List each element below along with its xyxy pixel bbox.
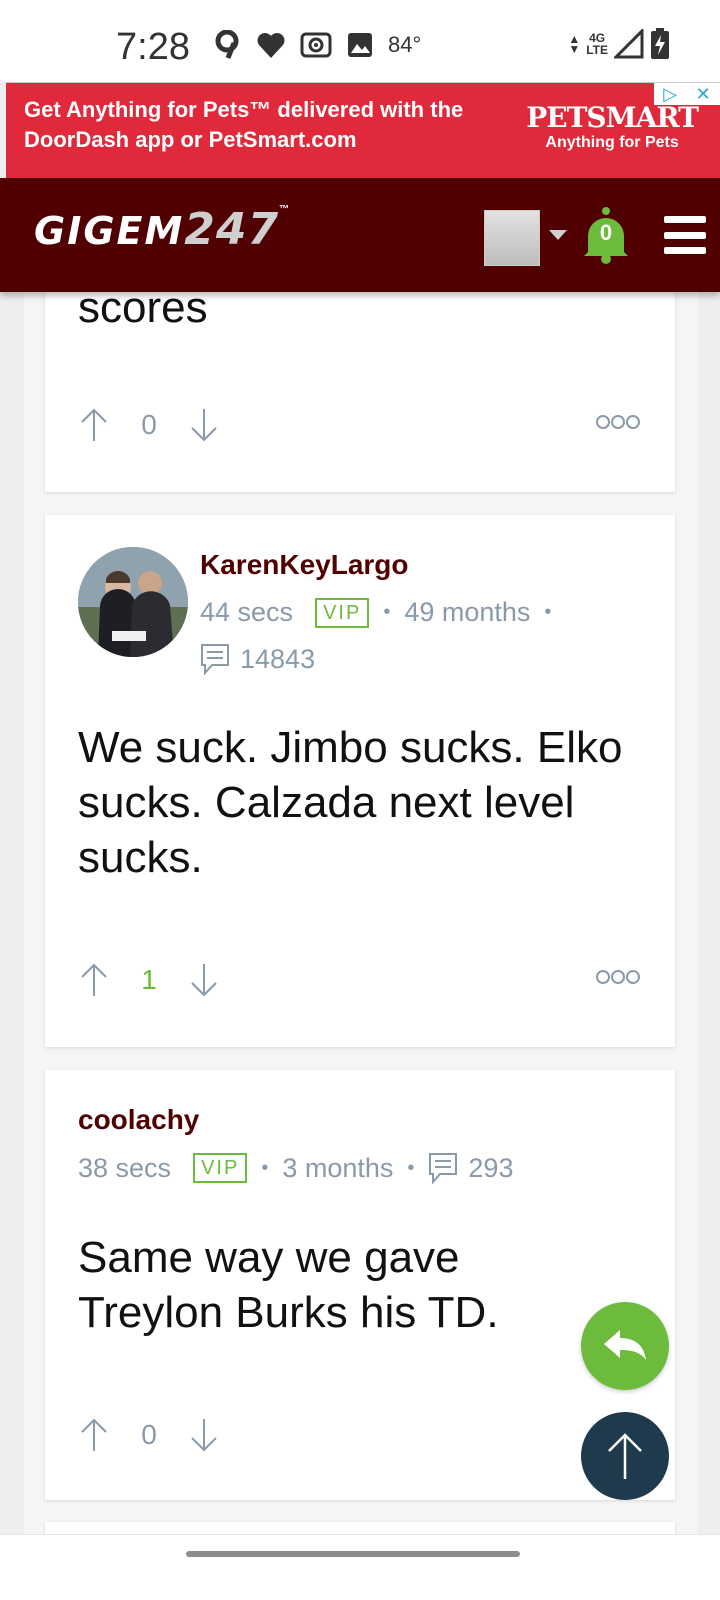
battery-charging-icon — [651, 28, 669, 59]
vote-count: 1 — [141, 964, 157, 995]
radio-icon — [300, 32, 332, 58]
author-name[interactable]: KarenKeyLargo — [200, 549, 409, 581]
post-body: We suck. Jimbo sucks. Elko sucks. Calzad… — [78, 723, 623, 882]
ad-headline: Get Anything for Pets™ delivered with th… — [24, 97, 464, 152]
network-type: 4G LTE — [586, 31, 608, 57]
author-name[interactable]: coolachy — [78, 1104, 199, 1136]
notifications-button[interactable]: 0 — [580, 206, 632, 264]
gesture-handle[interactable] — [186, 1551, 520, 1557]
reply-button[interactable] — [581, 1302, 669, 1390]
vip-badge: VIP — [193, 1153, 248, 1183]
member-tenure: 3 months — [282, 1152, 394, 1183]
upvote-arrow-icon[interactable] — [79, 407, 109, 443]
more-options-icon[interactable] — [595, 413, 641, 431]
ad-brand-logo: PETSMART Anything for Pets — [526, 101, 699, 152]
user-photo — [78, 547, 188, 657]
image-icon — [348, 33, 372, 57]
ad-close-icon[interactable]: ✕ — [696, 84, 711, 105]
ad-choices[interactable]: ▷ ✕ — [654, 83, 720, 105]
downvote-arrow-icon[interactable] — [189, 1417, 219, 1453]
vote-row: 0 — [79, 405, 641, 445]
hamburger-menu-icon[interactable] — [664, 216, 706, 254]
separator-dot: • — [544, 601, 552, 623]
upvote-arrow-icon[interactable] — [79, 962, 109, 998]
post-time: 38 secs — [78, 1152, 172, 1183]
ad-brand-tagline: Anything for Pets — [545, 134, 679, 151]
user-avatar-button[interactable] — [484, 210, 540, 266]
comment-icon — [429, 1153, 458, 1184]
downvote-arrow-icon[interactable] — [189, 407, 219, 443]
ad-choices-icon[interactable]: ▷ — [663, 84, 677, 105]
post-card: KarenKeyLargo 44 secs VIP • 49 months • … — [45, 515, 675, 1047]
separator-dot: • — [383, 601, 391, 623]
post-count: 14843 — [240, 643, 316, 674]
logo-text-secondary: 247 — [184, 204, 280, 255]
vip-badge: VIP — [315, 597, 370, 628]
notification-count: 0 — [599, 220, 613, 245]
separator-dot: • — [261, 1156, 269, 1179]
data-arrows-icon: ▲ ▼ — [568, 32, 581, 56]
post-card: scores 0 — [45, 260, 675, 492]
post-count: 293 — [468, 1152, 514, 1183]
post-count-row: 14843 — [200, 643, 315, 675]
site-logo[interactable]: GIGEM 247 ™ — [34, 204, 289, 255]
downvote-arrow-icon[interactable] — [189, 962, 219, 998]
app-notification-icon — [215, 30, 239, 59]
chevron-down-icon[interactable] — [548, 228, 568, 242]
post-meta: 38 secs VIP • 3 months • 293 — [78, 1152, 513, 1184]
scroll-to-top-button[interactable] — [581, 1412, 669, 1500]
vote-count: 0 — [141, 1419, 157, 1450]
status-bar: 7:28 84° ▲ ▼ 4G LTE — [0, 0, 720, 82]
vote-count: 0 — [141, 409, 157, 440]
status-temperature: 84° — [388, 32, 422, 57]
vote-row: 0 — [79, 1415, 641, 1455]
upvote-arrow-icon[interactable] — [79, 1417, 109, 1453]
more-options-icon[interactable] — [595, 968, 641, 986]
post-body: Same way we gave Treylon Burks his TD. — [78, 1233, 499, 1337]
member-tenure: 49 months — [404, 597, 531, 627]
post-card: coolachy 38 secs VIP • 3 months • 293 Sa… — [45, 1070, 675, 1500]
vote-row: 1 — [79, 960, 641, 1000]
post-time: 44 secs — [200, 597, 294, 627]
logo-text-primary: GIGEM — [34, 209, 185, 253]
arrow-up-icon — [608, 1433, 642, 1479]
logo-trademark: ™ — [279, 204, 290, 215]
avatar[interactable] — [78, 547, 188, 657]
signal-icon — [614, 29, 644, 59]
system-nav-bar — [0, 1534, 720, 1600]
reply-icon — [604, 1330, 646, 1360]
site-header: GIGEM 247 ™ 0 — [0, 178, 720, 292]
post-meta: 44 secs VIP • 49 months • — [200, 597, 640, 628]
status-icons-left: 84° — [212, 30, 421, 60]
ad-brand-name: PETSMART — [526, 101, 699, 134]
separator-dot: • — [407, 1156, 415, 1179]
comment-icon — [201, 644, 229, 675]
heart-icon — [257, 33, 285, 58]
status-icons-right: ▲ ▼ 4G LTE — [568, 28, 670, 60]
post-card — [45, 1522, 675, 1534]
status-time: 7:28 — [116, 26, 190, 68]
ad-banner[interactable]: Get Anything for Pets™ delivered with th… — [6, 82, 720, 178]
